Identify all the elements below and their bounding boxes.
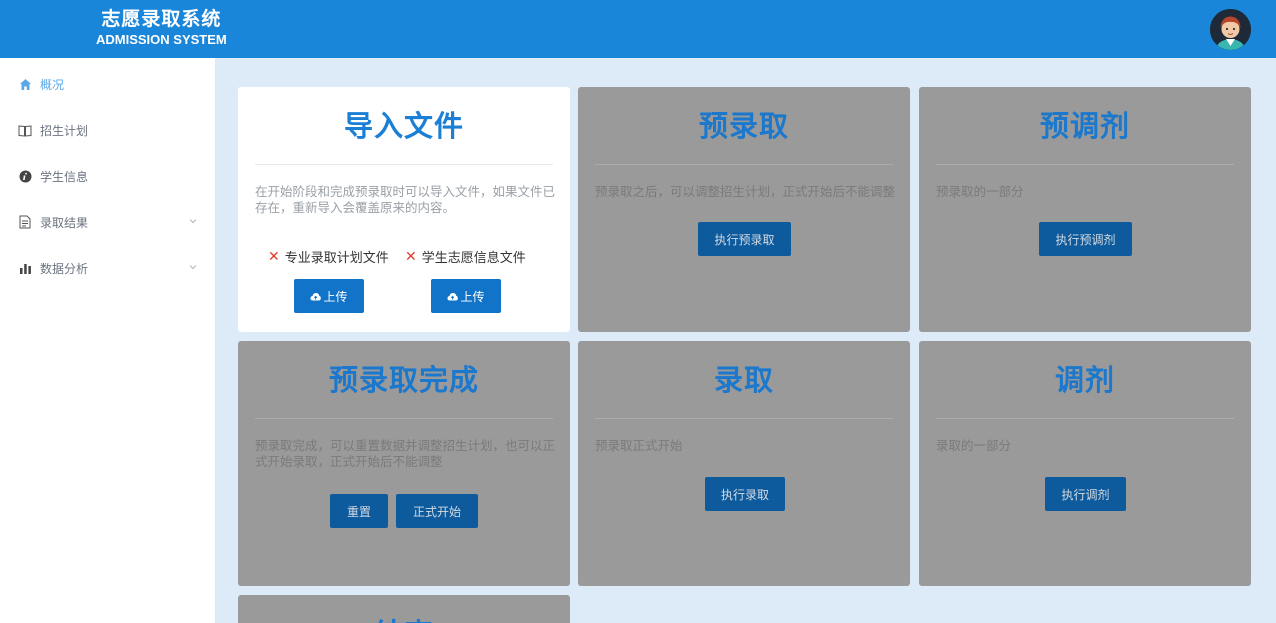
book-icon: [18, 123, 32, 137]
card-title: 结束: [238, 611, 570, 623]
button-label: 执行录取: [720, 487, 769, 502]
sidebar-item-label: 概况: [40, 77, 65, 92]
reset-button[interactable]: 重置: [330, 494, 388, 528]
sidebar-item-enrollment-plan[interactable]: 招生计划: [0, 110, 216, 150]
sidebar-item-label: 招生计划: [40, 123, 89, 138]
app-title: 志愿录取系统: [101, 8, 222, 30]
import-files-card: 导入文件 在开始阶段和完成预录取时可以导入文件，如果文件已存在，重新导入会覆盖原…: [238, 87, 570, 332]
sidebar: 概况 招生计划 学生信息 录取结果 数据分析: [0, 58, 216, 623]
chevron-down-icon: [189, 265, 197, 270]
end-card: 结束: [238, 595, 570, 623]
file-label: 学生志愿信息文件: [421, 251, 526, 266]
card-title: 导入文件: [343, 109, 464, 143]
cloud-upload-icon: [447, 292, 459, 300]
button-label: 执行预录取: [714, 232, 775, 247]
divider: [595, 164, 893, 165]
bar-chart-icon: [18, 261, 32, 275]
run-adjustment-button[interactable]: 执行调剂: [1045, 477, 1126, 511]
top-header: 志愿录取系统 ADMISSION SYSTEM: [0, 0, 1276, 58]
upload-plan-button[interactable]: 上传: [294, 279, 364, 313]
pre-admission-complete-card: 预录取完成 预录取完成，可以重置数据并调整招生计划，也可以正式开始录取，正式开始…: [238, 341, 570, 586]
brand-logo: 志愿录取系统 ADMISSION SYSTEM: [96, 7, 227, 49]
card-description: 预录取完成，可以重置数据并调整招生计划，也可以正式开始录取，正式开始后不能调整: [255, 438, 556, 469]
sidebar-item-label: 录取结果: [40, 215, 89, 230]
sidebar-item-label: 数据分析: [40, 261, 89, 276]
divider: [936, 164, 1234, 165]
divider: [936, 418, 1234, 419]
sidebar-item-overview[interactable]: 概况: [0, 64, 216, 104]
run-pre-adjustment-button[interactable]: 执行预调剂: [1039, 222, 1132, 256]
card-description: 在开始阶段和完成预录取时可以导入文件，如果文件已存在，重新导入会覆盖原来的内容。: [255, 184, 556, 215]
cloud-upload-icon: [310, 292, 322, 300]
card-title: 预调剂: [1039, 109, 1130, 143]
missing-x-icon: ✕: [405, 248, 417, 265]
document-icon: [18, 215, 32, 229]
user-avatar[interactable]: [1210, 9, 1251, 50]
button-label: 正式开始: [412, 504, 461, 519]
card-title: 调剂: [1054, 363, 1115, 397]
card-description: 预录取之后，可以调整招生计划，正式开始后不能调整: [595, 184, 896, 199]
chevron-down-icon: [189, 219, 197, 224]
card-title: 录取: [713, 363, 774, 397]
divider: [255, 164, 553, 165]
pre-adjustment-card: 预调剂 预录取的一部分 执行预调剂: [919, 87, 1251, 332]
home-icon: [18, 77, 32, 91]
button-label: 上传: [323, 289, 348, 304]
adjustment-card: 调剂 录取的一部分 执行调剂: [919, 341, 1251, 586]
info-icon: [18, 169, 32, 183]
card-description: 预录取的一部分: [936, 184, 1024, 199]
button-label: 上传: [460, 289, 485, 304]
missing-x-icon: ✕: [268, 248, 280, 265]
sidebar-item-label: 学生信息: [40, 169, 89, 184]
sidebar-item-data-analysis[interactable]: 数据分析: [0, 248, 216, 288]
file-label: 专业录取计划文件: [284, 251, 389, 266]
start-official-button[interactable]: 正式开始: [396, 494, 478, 528]
button-label: 重置: [346, 504, 371, 519]
sidebar-item-student-info[interactable]: 学生信息: [0, 156, 216, 196]
upload-preferences-button[interactable]: 上传: [431, 279, 501, 313]
pre-admission-card: 预录取 预录取之后，可以调整招生计划，正式开始后不能调整 执行预录取: [578, 87, 910, 332]
admission-card: 录取 预录取正式开始 执行录取: [578, 341, 910, 586]
sidebar-item-admission-results[interactable]: 录取结果: [0, 202, 216, 242]
card-description: 录取的一部分: [936, 438, 1012, 453]
button-label: 执行预调剂: [1055, 232, 1116, 247]
enrollment-plan-file-status: ✕ 专业录取计划文件: [268, 247, 389, 267]
run-admission-button[interactable]: 执行录取: [705, 477, 785, 511]
divider: [255, 418, 553, 419]
divider: [595, 418, 893, 419]
button-label: 执行调剂: [1061, 487, 1110, 502]
avatar-icon: [1210, 9, 1251, 50]
run-pre-admission-button[interactable]: 执行预录取: [698, 222, 791, 256]
student-preference-file-status: ✕ 学生志愿信息文件: [405, 247, 526, 267]
card-title: 预录取: [698, 109, 789, 143]
card-title: 预录取完成: [328, 363, 479, 397]
app-subtitle: ADMISSION SYSTEM: [96, 32, 227, 47]
card-description: 预录取正式开始: [595, 438, 683, 453]
